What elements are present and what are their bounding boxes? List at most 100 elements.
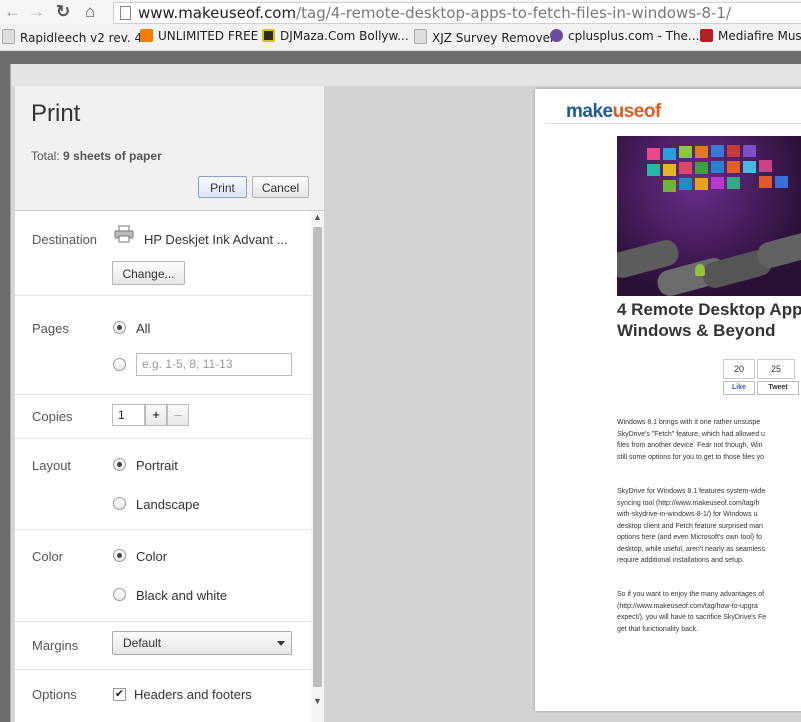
options-label: Options: [32, 687, 77, 702]
back-icon[interactable]: ←: [4, 2, 21, 22]
text-line: files from another device. Fear not thou…: [617, 442, 763, 449]
text-line: So if you want to enjoy the many advanta…: [617, 591, 765, 598]
preview-page: makeuseof 4 Remote Desktop Apps Windows …: [535, 89, 801, 711]
text-line: desktop client and Fetch feature surpris…: [617, 522, 763, 530]
text-line: with-skydrive-in-windows-8-1/) for Windo…: [617, 511, 758, 518]
margins-value: Default: [123, 636, 162, 650]
mediafire-icon: [700, 29, 713, 42]
page-icon: [2, 29, 15, 44]
destination-label: Destination: [32, 232, 98, 247]
total-value: 9 sheets of paper: [63, 149, 162, 163]
tweet-button: Tweet: [757, 381, 799, 395]
scroll-down-icon[interactable]: ▼: [311, 695, 324, 708]
print-settings-panel: Print Total: 9 sheets of paper Print Can…: [15, 86, 324, 722]
bookmark-label: UNLIMITED FREE: [158, 29, 259, 43]
color-color-radio[interactable]: [113, 549, 126, 562]
home-icon[interactable]: ⌂: [85, 2, 95, 22]
layout-label: Layout: [32, 458, 72, 473]
settings-scrollbar[interactable]: ▲ ▼: [311, 211, 324, 722]
text-line: options here (and even Microsoft's own t…: [617, 534, 762, 541]
options-section: Options ✔ Headers and footers: [15, 670, 311, 722]
bookmark-cplusplus[interactable]: cplusplus.com - The...: [550, 29, 699, 43]
bookmark-djmaza[interactable]: DJMaza.Com Bollyw...: [262, 29, 409, 43]
margins-section: Margins Default: [15, 622, 311, 670]
forward-icon[interactable]: →: [28, 2, 45, 22]
bookmark-label: Mediafire Musi: [718, 29, 801, 43]
bookmark-label: DJMaza.Com Bollyw...: [280, 29, 409, 43]
url-text: www.makeuseof.com/tag/4-remote-desktop-a…: [138, 3, 731, 23]
text-line: expect/), you will have to sacrifice Sky…: [617, 614, 767, 621]
printer-name: HP Deskjet Ink Advant ...: [144, 232, 288, 247]
bookmarks-bar: Rapidleech v2 rev. 43 UNLIMITED FREE DJM…: [0, 25, 801, 51]
bookmark-xjz[interactable]: XJZ Survey Remover: [414, 29, 555, 45]
print-title: Print: [31, 100, 81, 127]
film-icon: [262, 29, 275, 42]
pages-all-label: All: [136, 321, 151, 336]
copies-increase-button[interactable]: +: [145, 404, 167, 426]
bookmark-label: Rapidleech v2 rev. 43: [20, 31, 150, 45]
cancel-button[interactable]: Cancel: [252, 176, 309, 198]
page-icon: [414, 29, 427, 44]
pages-label: Pages: [32, 321, 69, 336]
print-header: Print Total: 9 sheets of paper Print Can…: [15, 86, 324, 211]
reload-icon[interactable]: ↻: [56, 2, 70, 22]
print-dialog: Print Total: 9 sheets of paper Print Can…: [10, 64, 801, 722]
article-paragraph-2: SkyDrive for Windows 8.1 features system…: [617, 486, 801, 567]
makeuseof-logo: makeuseof: [566, 101, 661, 123]
cplusplus-icon: [550, 29, 563, 42]
text-line: (http://www.makeuseof.com/tag/how-to-upg…: [617, 602, 758, 610]
bookmark-unlimited-free[interactable]: UNLIMITED FREE: [140, 29, 258, 43]
headers-footers-label: Headers and footers: [134, 687, 252, 702]
sheets-total: Total: 9 sheets of paper: [31, 149, 162, 163]
printer-icon: [114, 225, 134, 243]
pages-all-radio[interactable]: [113, 321, 126, 334]
dropdown-arrow-icon: [277, 641, 285, 646]
logo-useof: useof: [612, 101, 662, 122]
copies-label: Copies: [32, 409, 73, 424]
like-button: Like: [723, 381, 755, 395]
article-paragraph-1: Windows 8.1 brings with it one rather un…: [617, 417, 801, 463]
text-line: SkyDrive's "Fetch" feature, which had al…: [617, 430, 765, 438]
article-title-line-1: 4 Remote Desktop Apps: [617, 300, 801, 319]
url-field[interactable]: www.makeuseof.com/tag/4-remote-desktop-a…: [113, 2, 801, 24]
bookmark-label: XJZ Survey Remover: [432, 31, 555, 45]
article-paragraph-3: So if you want to enjoy the many advanta…: [617, 589, 801, 635]
layout-portrait-label: Portrait: [136, 458, 178, 473]
tweet-count: 25: [757, 359, 795, 379]
layout-section: Layout Portrait Landscape: [15, 439, 311, 530]
article-hero-image: [617, 136, 801, 296]
bookmark-rapidleech[interactable]: Rapidleech v2 rev. 43: [2, 29, 150, 45]
like-count: 20: [723, 359, 755, 379]
copies-decrease-button[interactable]: –: [167, 404, 189, 426]
layout-landscape-radio[interactable]: [113, 497, 126, 510]
color-bw-label: Black and white: [136, 588, 228, 603]
url-host: www.makeuseof.com: [138, 4, 297, 22]
margins-label: Margins: [32, 638, 79, 653]
copies-section: Copies 1 + –: [15, 395, 311, 439]
headers-footers-checkbox[interactable]: ✔: [113, 688, 126, 701]
logo-make: make: [566, 101, 613, 122]
blogger-icon: [140, 29, 153, 42]
pages-section: Pages All e.g. 1-5, 8, 11-13: [15, 296, 311, 395]
text-line: desktop, while useful, aren't nearly as …: [617, 545, 766, 553]
layout-portrait-radio[interactable]: [113, 458, 126, 471]
scroll-thumb[interactable]: [313, 227, 322, 687]
scroll-up-icon[interactable]: ▲: [311, 211, 324, 224]
text-line: syncing tool (http://www.makeuseof.com/t…: [617, 499, 760, 507]
address-bar: ← → ↻ ⌂ www.makeuseof.com/tag/4-remote-d…: [0, 0, 801, 24]
bookmark-mediafire[interactable]: Mediafire Musi: [700, 29, 801, 43]
color-bw-radio[interactable]: [113, 588, 126, 601]
header-divider: [545, 123, 801, 124]
pages-custom-radio[interactable]: [113, 358, 126, 371]
text-line: SkyDrive for Windows 8.1 features system…: [617, 488, 766, 495]
color-color-label: Color: [136, 549, 168, 564]
print-button[interactable]: Print: [198, 176, 247, 198]
change-destination-button[interactable]: Change...: [112, 261, 185, 285]
margins-select[interactable]: Default: [112, 631, 292, 655]
url-path: /tag/4-remote-desktop-apps-to-fetch-file…: [296, 4, 732, 22]
text-line: still some options for you to get to tho…: [617, 453, 765, 461]
pages-range-input[interactable]: e.g. 1-5, 8, 11-13: [136, 353, 292, 376]
copies-input[interactable]: 1: [112, 404, 145, 426]
destination-section: Destination HP Deskjet Ink Advant ... Ch…: [15, 211, 311, 296]
layout-landscape-label: Landscape: [136, 497, 200, 512]
